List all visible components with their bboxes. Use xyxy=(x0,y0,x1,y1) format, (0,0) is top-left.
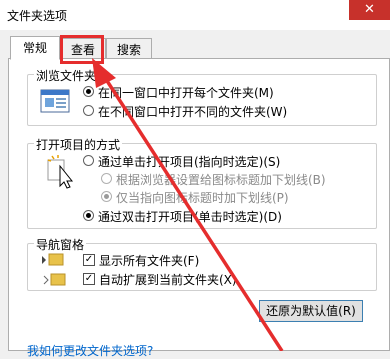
annotation-arrow xyxy=(92,58,284,351)
